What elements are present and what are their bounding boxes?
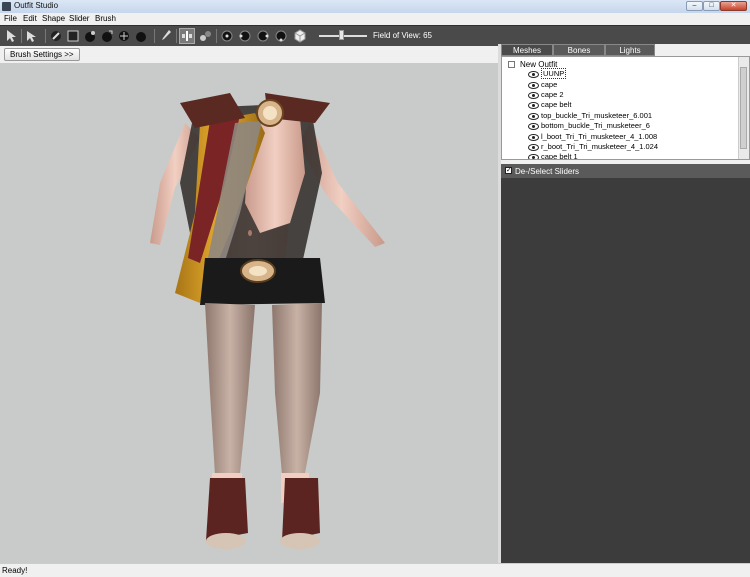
tree-item-mesh[interactable]: bottom_buckle_Tri_musketeer_6 — [528, 121, 650, 130]
eye-icon[interactable] — [528, 70, 539, 78]
tree-item-mesh[interactable]: cape — [528, 80, 557, 89]
eye-icon[interactable] — [528, 122, 539, 130]
tree-item-label: cape belt — [541, 100, 572, 109]
tree-item-mesh[interactable]: cape belt 1 — [528, 152, 578, 160]
menu-bar: File Edit Shape Slider Brush — [0, 13, 750, 25]
right-panel-tabs: Meshes Bones Lights — [501, 44, 750, 56]
tree-item-mesh[interactable]: top_buckle_Tri_musketeer_6.001 — [528, 111, 652, 120]
toolbar-separator — [21, 29, 22, 43]
tab-lights[interactable]: Lights — [605, 44, 655, 56]
slider-panel — [501, 178, 750, 563]
slider-header-label: De-/Select Sliders — [515, 167, 580, 176]
mesh-tree: New Outfit UUNP cape cape 2 cape belt to… — [501, 56, 750, 160]
tree-item-label: r_boot_Tri_Tri_musketeer_4_1.024 — [541, 142, 659, 151]
tree-item-label: l_boot_Tri_Tri_musketeer_4_1.008 — [541, 132, 658, 141]
3d-viewport[interactable] — [0, 63, 498, 563]
eye-icon[interactable] — [528, 143, 539, 151]
weight-brush-icon[interactable] — [133, 28, 149, 44]
eye-icon[interactable] — [528, 153, 539, 159]
eye-icon[interactable] — [528, 91, 539, 99]
color-brush-icon[interactable] — [158, 28, 174, 44]
eye-icon[interactable] — [528, 101, 539, 109]
app-icon — [2, 2, 11, 11]
tab-bones[interactable]: Bones — [553, 44, 605, 56]
tree-item-mesh[interactable]: UUNP — [528, 68, 567, 79]
tree-item-label: bottom_buckle_Tri_musketeer_6 — [541, 121, 650, 130]
tree-item-label: cape — [541, 80, 558, 89]
toolbar-separator — [154, 29, 155, 43]
tree-item-mesh[interactable]: l_boot_Tri_Tri_musketeer_4_1.008 — [528, 132, 657, 141]
tree-item-label: UUNP — [541, 68, 567, 79]
view-left-icon[interactable] — [255, 28, 271, 44]
view-right-icon[interactable] — [273, 28, 289, 44]
tree-item-mesh[interactable]: cape belt — [528, 100, 571, 109]
deflate-brush-icon[interactable] — [82, 28, 98, 44]
eye-icon[interactable] — [528, 133, 539, 141]
tree-item-label: cape 2 — [541, 90, 564, 99]
perspective-cube-icon[interactable] — [292, 28, 308, 44]
menu-brush[interactable]: Brush — [95, 14, 116, 23]
tab-meshes[interactable]: Meshes — [501, 44, 553, 56]
smooth-brush-icon[interactable] — [116, 28, 132, 44]
status-bar: Ready! — [0, 563, 750, 577]
move-tool-icon[interactable] — [24, 28, 40, 44]
move-brush-icon[interactable] — [99, 28, 115, 44]
eye-icon[interactable] — [528, 81, 539, 89]
tree-item-mesh[interactable]: cape 2 — [528, 90, 564, 99]
menu-slider[interactable]: Slider — [69, 14, 89, 23]
scrollbar-thumb[interactable] — [740, 67, 747, 149]
view-front-icon[interactable] — [219, 28, 235, 44]
minimize-button[interactable]: – — [686, 1, 703, 11]
menu-shape[interactable]: Shape — [42, 14, 65, 23]
tree-item-label: top_buckle_Tri_musketeer_6.001 — [541, 111, 653, 120]
title-bar: Outfit Studio – □ ✕ — [0, 0, 750, 14]
connected-only-icon[interactable] — [197, 28, 213, 44]
close-button[interactable]: ✕ — [720, 1, 747, 11]
window-title: Outfit Studio — [14, 1, 59, 10]
status-text: Ready! — [2, 566, 28, 575]
menu-file[interactable]: File — [4, 14, 17, 23]
maximize-button[interactable]: □ — [703, 1, 720, 11]
menu-edit[interactable]: Edit — [23, 14, 37, 23]
tree-item-label: cape belt 1 — [541, 152, 578, 160]
toolbar-separator — [216, 29, 217, 43]
tree-scrollbar[interactable] — [738, 57, 749, 159]
inflate-brush-icon[interactable] — [65, 28, 81, 44]
select-tool-icon[interactable] — [3, 28, 19, 44]
brush-settings-button[interactable]: Brush Settings >> — [4, 48, 80, 61]
mirror-x-icon[interactable] — [179, 28, 195, 44]
view-back-icon[interactable] — [237, 28, 253, 44]
collapse-icon[interactable] — [508, 61, 515, 69]
tree-item-mesh[interactable]: r_boot_Tri_Tri_musketeer_4_1.024 — [528, 142, 658, 151]
toolbar-separator — [45, 29, 46, 43]
fov-label: Field of View: 65 — [373, 31, 432, 40]
brush-bar: Brush Settings >> — [0, 46, 498, 62]
mask-brush-icon[interactable] — [48, 28, 64, 44]
eye-icon[interactable] — [528, 112, 539, 120]
select-sliders-checkbox[interactable]: ✓ — [505, 167, 512, 174]
outfit-model-preview — [150, 93, 385, 549]
slider-header: ✓ De-/Select Sliders — [501, 164, 750, 179]
toolbar-separator — [176, 29, 177, 43]
fov-slider-handle[interactable] — [339, 30, 344, 40]
